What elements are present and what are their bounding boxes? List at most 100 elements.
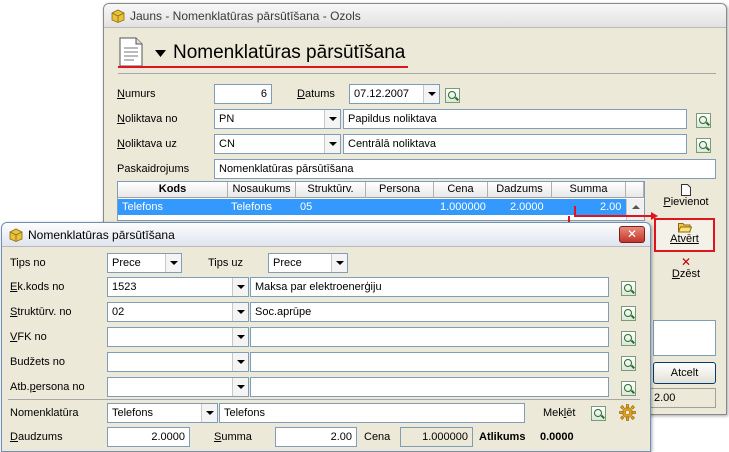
atb-persona-lookup-icon[interactable] [621,381,636,396]
vfk-name [250,327,609,347]
noliktava-no-name: Papildus noliktava [343,109,687,129]
daudzums-label: Daudzums [10,431,63,443]
numurs-input[interactable]: 6 [214,84,272,104]
atcelt-button[interactable]: Atcelt [653,362,716,384]
noliktava-uz-code: CN [219,138,235,150]
footer-summa-field: 2.00 [650,388,716,408]
tips-uz-value: Prece [273,257,302,269]
col-header-strukturv[interactable]: Struktūrv. [296,182,366,198]
cena-label: Cena [364,431,391,443]
chevron-down-icon[interactable] [324,135,340,153]
open-folder-icon [677,223,692,233]
vfk-label: VFK no [10,331,47,343]
vfk-select[interactable] [107,327,249,347]
atb-persona-select[interactable] [107,377,249,397]
noliktava-no-lookup-icon[interactable] [696,113,711,128]
chevron-down-icon[interactable] [232,303,248,321]
ek-kods-select[interactable]: 1523 [107,277,249,297]
table-row[interactable]: Telefons Telefons 05 1.000000 2.0000 2.0… [118,199,626,215]
ek-kods-lookup-icon[interactable] [621,281,636,296]
paskaidrojums-label: Paskaidrojums [117,163,190,175]
main-window-titlebar[interactable]: Jauns - Nomenklatūras pārsūtīšana - Ozol… [104,4,726,28]
col-header-kods[interactable]: Kods [118,182,228,198]
dzest-button[interactable]: ✕ Dzēst [653,256,719,286]
section-separator [8,399,640,400]
col-header-cena[interactable]: Cena [434,182,488,198]
nomenklatura-code: Telefons [112,407,153,419]
header-separator [118,73,716,74]
chevron-down-icon[interactable] [324,110,340,128]
col-header-persona[interactable]: Persona [366,182,434,198]
header-dropdown-icon[interactable] [155,50,166,57]
tips-no-label: Tips no [10,257,46,269]
budzets-label: Budžets no [10,356,66,368]
detail-dialog-title: Nomenklatūras pārsūtīšana [28,228,175,242]
chevron-down-icon[interactable] [423,85,439,103]
cena-field: 1.000000 [400,427,473,447]
noliktava-no-code: PN [219,113,235,125]
pievienot-button[interactable]: Pievienot [653,184,719,214]
header-underline [118,66,408,68]
cell-nosaukums: Telefons [231,201,272,213]
meklet-link[interactable]: Meklēt [543,407,575,419]
atvert-button[interactable]: Atvērt [654,218,715,252]
cell-kods: Telefons [122,201,163,213]
budzets-select[interactable] [107,352,249,372]
meklet-lookup-icon[interactable] [591,406,606,421]
noliktava-uz-code-select[interactable]: CN [214,134,341,154]
pievienot-label: Pievienot [663,196,709,208]
tips-no-select[interactable]: Prece [107,253,182,273]
col-header-nosaukums[interactable]: Nosaukums [228,182,296,198]
notes-box[interactable] [653,320,716,356]
chevron-down-icon[interactable] [232,278,248,296]
chevron-down-icon[interactable] [232,378,248,396]
new-document-icon [681,184,691,196]
summa-input[interactable]: 2.00 [275,427,357,447]
summa-label: Summa [214,431,252,443]
noliktava-uz-name: Centrālā noliktava [343,134,687,154]
daudzums-input[interactable]: 2.0000 [107,427,190,447]
tips-uz-label: Tips uz [208,257,244,269]
close-button[interactable]: ✕ [619,226,645,243]
vfk-lookup-icon[interactable] [621,331,636,346]
col-header-summa[interactable]: Summa [552,182,626,198]
atb-persona-name [250,377,609,397]
datums-value: 07.12.2007 [354,88,410,100]
chevron-down-icon[interactable] [165,254,181,272]
chevron-down-icon[interactable] [232,353,248,371]
chevron-down-icon[interactable] [232,328,248,346]
detail-dialog-titlebar[interactable]: Nomenklatūras pārsūtīšana ✕ [2,223,650,247]
nomenklatura-label: Nomenklatūra [10,407,79,419]
col-header-daudzums[interactable]: Dadzums [488,182,552,198]
ek-kods-label: Ek.kods no [10,281,65,293]
numurs-label: Numurs [117,88,156,100]
col-header-filler [626,182,644,198]
strukturv-code: 02 [112,306,125,318]
detail-dialog: Nomenklatūras pārsūtīšana ✕ Tips no Prec… [1,222,651,452]
main-window-title: Jauns - Nomenklatūras pārsūtīšana - Ozol… [130,9,361,23]
budzets-name [250,352,609,372]
atlikums-value: 0.0000 [540,431,574,443]
paskaidrojums-input[interactable]: Nomenklatūras pārsūtīšana [214,159,716,179]
atlikums-label: Atlikums [479,431,526,443]
footer-summa-value: 2.00 [654,392,676,404]
ek-kods-name: Maksa par elektroenerģiju [250,277,609,297]
nomenklatura-name: Telefons [219,403,525,423]
cell-strukturv: 05 [300,201,313,213]
chevron-down-icon[interactable] [201,404,217,422]
app-icon [111,9,125,23]
strukturv-select[interactable]: 02 [107,302,249,322]
app-icon [9,228,23,242]
tips-uz-select[interactable]: Prece [268,253,348,273]
nomenklatura-select[interactable]: Telefons [107,403,218,423]
gear-icon[interactable] [619,404,636,421]
ek-kods-code: 1523 [112,281,137,293]
strukturv-lookup-icon[interactable] [621,306,636,321]
dzest-label: Dzēst [671,268,701,280]
noliktava-uz-lookup-icon[interactable] [696,138,711,153]
datums-lookup-icon[interactable] [445,88,460,103]
budzets-lookup-icon[interactable] [621,356,636,371]
chevron-down-icon[interactable] [331,254,347,272]
datums-picker[interactable]: 07.12.2007 [349,84,440,104]
noliktava-no-code-select[interactable]: PN [214,109,341,129]
